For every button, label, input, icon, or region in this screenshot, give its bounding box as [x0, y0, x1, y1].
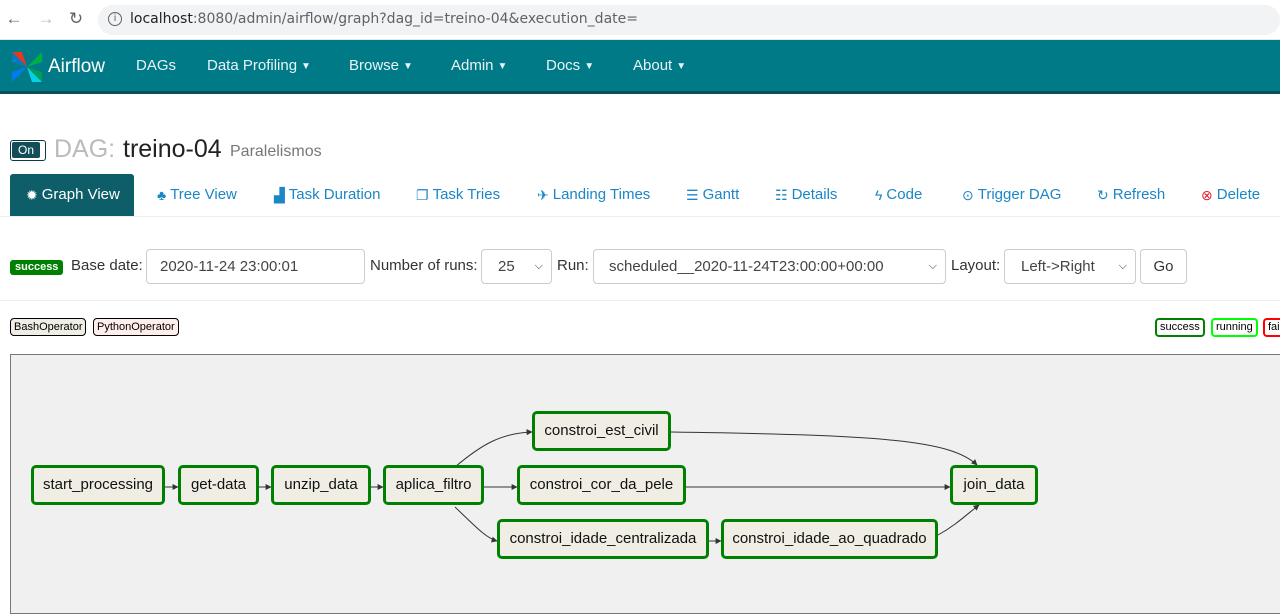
tab-graph-view[interactable]: ✹ Graph View [10, 174, 134, 216]
back-icon[interactable]: ← [4, 9, 24, 29]
tab-delete[interactable]: ⊗ Delete [1201, 174, 1260, 216]
tab-gantt[interactable]: ☰ Gantt [686, 174, 739, 216]
nav-browse[interactable]: Browse ▼ [349, 57, 413, 74]
brand-name: Airflow [48, 56, 106, 77]
task-node-constroi-cor-da-pele[interactable]: constroi_cor_da_pele [517, 465, 686, 505]
num-runs-select[interactable]: 25 ⌵ [481, 249, 552, 284]
nav-docs[interactable]: Docs ▼ [546, 57, 594, 74]
task-node-constroi-idade-ao-quadrado[interactable]: constroi_idade_ao_quadrado [721, 519, 938, 559]
duplicate-icon: ❐ [416, 187, 429, 203]
play-circle-icon: ⊙ [962, 187, 974, 203]
edge [670, 431, 978, 466]
go-button[interactable]: Go [1140, 249, 1187, 284]
bar-chart-icon: ▟ [274, 187, 285, 203]
layout-label: Layout: [951, 257, 1001, 274]
tab-landing-times[interactable]: ✈ Landing Times [537, 174, 650, 216]
chevron-down-icon: ▼ [676, 61, 687, 72]
plane-icon: ✈ [537, 187, 549, 203]
nav-data-profiling[interactable]: Data Profiling ▼ [207, 57, 311, 74]
task-node-unzip-data[interactable]: unzip_data [271, 465, 371, 505]
task-node-constroi-idade-centralizada[interactable]: constroi_idade_centralizada [497, 519, 709, 559]
info-icon[interactable]: i [108, 12, 122, 26]
refresh-icon: ↻ [1097, 187, 1109, 203]
dag-label: DAG: [54, 135, 116, 163]
edge [937, 504, 980, 536]
state-failed-chip[interactable]: fai [1263, 318, 1280, 337]
dag-id: treino-04 [123, 135, 222, 163]
status-badge: success [10, 260, 64, 275]
task-node-aplica-filtro[interactable]: aplica_filtro [383, 465, 484, 505]
tab-code[interactable]: ϟ Code [875, 174, 922, 216]
flash-icon: ϟ [875, 187, 883, 203]
layout-select[interactable]: Left->Right ⌵ [1004, 249, 1136, 284]
task-node-join-data[interactable]: join_data [950, 465, 1038, 505]
state-running-chip[interactable]: running [1211, 318, 1258, 337]
remove-circle-icon: ⊗ [1201, 187, 1213, 203]
operator-python-chip: PythonOperator [93, 318, 179, 336]
forward-icon[interactable]: → [36, 9, 56, 29]
task-node-get-data[interactable]: get-data [178, 465, 259, 505]
base-date-label: Base date: [71, 257, 143, 274]
divider [0, 216, 1280, 217]
tab-trigger-dag[interactable]: ⊙ Trigger DAG [962, 174, 1061, 216]
align-left-icon: ☰ [686, 187, 699, 203]
task-node-start-processing[interactable]: start_processing [31, 465, 165, 505]
reload-icon[interactable]: ↻ [66, 9, 86, 29]
base-date-input[interactable]: 2020-11-24 23:00:01 [146, 249, 365, 284]
dag-pause-toggle[interactable]: On [10, 140, 46, 161]
task-node-constroi-est-civil[interactable]: constroi_est_civil [532, 411, 671, 451]
dag-description: Paralelismos [230, 143, 322, 160]
num-runs-label: Number of runs: [370, 257, 478, 274]
nav-about[interactable]: About ▼ [633, 57, 686, 74]
chevron-down-icon: ▼ [584, 61, 595, 72]
nav-admin[interactable]: Admin ▼ [451, 57, 507, 74]
edge [454, 429, 533, 468]
tab-task-duration[interactable]: ▟ Task Duration [274, 174, 381, 216]
state-success-chip[interactable]: success [1155, 318, 1205, 337]
operator-bash-chip: BashOperator [10, 318, 87, 336]
toggle-label: On [12, 142, 40, 158]
chevron-down-icon: ▼ [497, 61, 508, 72]
browser-toolbar: ← → ↻ i localhost:8080/admin/airflow/gra… [0, 0, 1280, 40]
address-bar[interactable]: i localhost:8080/admin/airflow/graph?dag… [98, 5, 1280, 35]
run-select[interactable]: scheduled__2020-11-24T23:00:00+00:00 ⌵ [593, 249, 946, 284]
chevron-down-icon: ⌵ [928, 260, 937, 272]
chevron-down-icon: ⌵ [1118, 260, 1127, 272]
top-navbar: Airflow DAGs Data Profiling ▼ Browse ▼ Adm… [0, 40, 1280, 94]
tab-task-tries[interactable]: ❐ Task Tries [416, 174, 500, 216]
edge [454, 506, 498, 543]
tab-tree-view[interactable]: ♣ Tree View [157, 174, 237, 216]
chevron-down-icon: ⌵ [534, 260, 543, 272]
chevron-down-icon: ▼ [403, 61, 413, 72]
tree-icon: ♣ [157, 187, 167, 203]
certificate-icon: ✹ [26, 187, 38, 203]
tab-details[interactable]: ☷ Details [775, 174, 837, 216]
tab-refresh[interactable]: ↻ Refresh [1097, 174, 1165, 216]
list-icon: ☷ [775, 187, 788, 203]
url-text[interactable]: localhost:8080/admin/airflow/graph?dag_i… [130, 11, 638, 27]
divider [0, 300, 1280, 301]
dag-graph-canvas[interactable]: start_processing get-data unzip_data apl… [10, 354, 1280, 614]
chevron-down-icon: ▼ [301, 61, 311, 72]
brand[interactable]: Airflow [10, 49, 105, 85]
run-label: Run: [557, 257, 589, 274]
airflow-logo-icon [12, 52, 42, 82]
nav-dags[interactable]: DAGs [136, 57, 176, 74]
